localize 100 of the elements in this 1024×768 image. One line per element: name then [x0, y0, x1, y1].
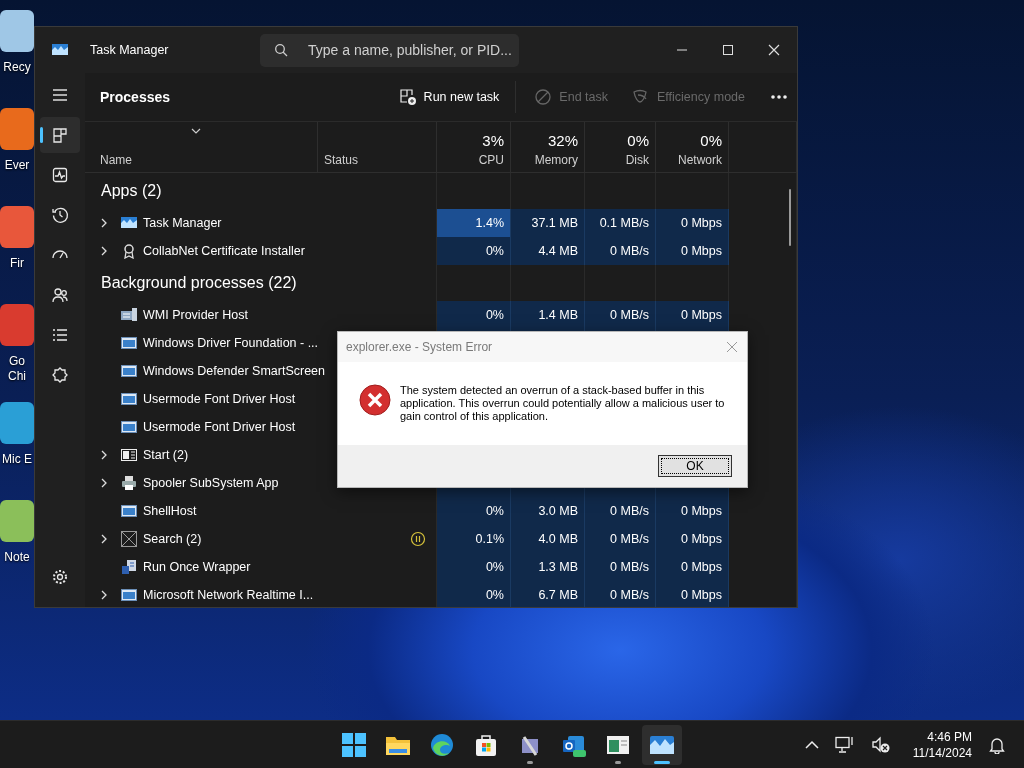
application-window-icon	[121, 335, 137, 351]
process-name[interactable]: Usermode Font Driver Host	[143, 392, 296, 406]
pulse-chart-icon	[51, 166, 69, 184]
usage-value: 0 MB/s	[610, 504, 649, 518]
usage-percent: 0%	[627, 132, 649, 149]
desktop-icon-label[interactable]: Go Chi	[2, 354, 32, 384]
column-label: Network	[678, 153, 722, 167]
taskbar-app[interactable]	[642, 724, 682, 765]
process-name[interactable]: Start (2)	[143, 448, 189, 462]
column-label: Disk	[625, 153, 649, 167]
usage-value: 0%	[485, 308, 504, 322]
ok-button[interactable]: OK	[658, 455, 732, 477]
application-window-icon	[121, 419, 137, 435]
close-icon[interactable]	[766, 42, 782, 58]
usage-value: 0 MB/s	[610, 560, 649, 574]
group-heading: Apps (2)	[101, 182, 162, 200]
usage-percent: 3%	[482, 132, 504, 149]
desktop-icon-label[interactable]: Fir	[2, 256, 32, 271]
process-name[interactable]: CollabNet Certificate Installer	[143, 244, 305, 258]
puzzle-icon	[51, 366, 69, 384]
column-header[interactable]: Name	[85, 122, 318, 172]
application-window-icon	[121, 363, 137, 379]
sort-caret-icon	[191, 128, 201, 134]
process-name[interactable]: Search (2)	[143, 532, 202, 546]
process-name[interactable]: Windows Driver Foundation - ...	[143, 336, 319, 350]
process-name[interactable]: Usermode Font Driver Host	[143, 420, 296, 434]
expand-chevron-icon[interactable]	[101, 218, 107, 228]
error-icon	[359, 384, 391, 416]
column-label: Name	[100, 153, 133, 167]
usage-value: 0.1 MB/s	[599, 216, 649, 230]
usage-value: 0 Mbps	[681, 560, 722, 574]
history-icon	[51, 206, 69, 224]
process-name[interactable]: Run Once Wrapper	[143, 560, 251, 574]
expand-chevron-icon[interactable]	[101, 590, 107, 600]
expand-chevron-icon[interactable]	[101, 478, 107, 488]
scrollbar-thumb[interactable]	[789, 189, 791, 246]
expand-chevron-icon[interactable]	[101, 450, 107, 460]
clock[interactable]: 4:46 PM 11/14/2024	[912, 728, 972, 761]
error-message: The system detected an overrun of a stack-based buffer in this application. This overrun could potentially allow a malicious user to gain control of this application.	[400, 384, 726, 423]
usage-value: 0 Mbps	[681, 216, 722, 230]
usage-percent: 0%	[700, 132, 722, 149]
more-options-icon[interactable]	[770, 94, 788, 100]
shortcut-icon	[0, 204, 34, 250]
crossed-box-icon	[121, 531, 137, 547]
column-header[interactable]: 32% Memory	[511, 122, 585, 172]
usage-value: 0 Mbps	[681, 588, 722, 602]
column-header[interactable]: 0% Network	[656, 122, 729, 172]
desktop-icon-label[interactable]: Ever	[2, 158, 32, 173]
desktop-icon-label[interactable]: Note	[2, 550, 32, 565]
run-task-icon	[398, 88, 417, 106]
usage-value: 0 MB/s	[610, 588, 649, 602]
application-window-icon	[121, 587, 137, 603]
search-icon	[274, 43, 288, 57]
suspended-icon	[410, 531, 426, 547]
usage-value: 0 Mbps	[681, 532, 722, 546]
usage-value: 3.0 MB	[538, 504, 578, 518]
column-header[interactable]: 0% Disk	[585, 122, 656, 172]
group-heading: Background processes (22)	[101, 274, 297, 292]
process-name[interactable]: Spooler SubSystem App	[143, 476, 279, 490]
certificate-icon	[121, 243, 137, 259]
column-label: CPU	[478, 153, 504, 167]
usage-value: 0%	[485, 588, 504, 602]
desktop-icon-label[interactable]: Recy	[2, 60, 32, 75]
network-icon[interactable]	[834, 735, 855, 754]
search-field[interactable]: Type a name, publisher, or PID...	[260, 33, 519, 67]
nav-tab[interactable]	[40, 117, 80, 153]
process-name[interactable]: ShellHost	[143, 504, 197, 518]
processes-icon	[51, 126, 69, 144]
toolbar-button[interactable]: Run new task	[390, 82, 508, 112]
users-icon	[51, 286, 69, 304]
usage-value: 6.7 MB	[538, 588, 578, 602]
installer-icon	[121, 559, 137, 575]
desktop-icon-label[interactable]: Mic E	[2, 452, 32, 467]
chevron-up-icon[interactable]	[804, 739, 819, 750]
menu-icon[interactable]	[51, 86, 69, 104]
usage-value: 37.1 MB	[531, 216, 578, 230]
printer-icon	[121, 475, 137, 491]
column-header[interactable]: Status	[318, 122, 437, 172]
shortcut-icon	[0, 8, 34, 54]
task-manager-icon	[52, 42, 68, 58]
expand-chevron-icon[interactable]	[101, 246, 107, 256]
expand-chevron-icon[interactable]	[101, 534, 107, 544]
process-name[interactable]: Microsoft Network Realtime I...	[143, 588, 314, 602]
column-header[interactable]: 3% CPU	[437, 122, 511, 172]
column-label: Status	[324, 153, 360, 167]
application-window-icon	[121, 391, 137, 407]
usage-percent: 32%	[547, 132, 578, 149]
usage-value: 0 MB/s	[610, 308, 649, 322]
shortcut-icon	[0, 106, 34, 152]
shortcut-icon	[0, 302, 34, 348]
settings-icon[interactable]	[51, 568, 69, 586]
process-name[interactable]: Task Manager	[143, 216, 222, 230]
maximize-icon[interactable]	[720, 42, 736, 58]
page-title: Processes	[100, 89, 171, 105]
process-name[interactable]: WMI Provider Host	[143, 308, 248, 322]
bell-icon[interactable]	[988, 735, 1006, 754]
process-name[interactable]: Windows Defender SmartScreen	[143, 364, 326, 378]
usage-value: 0%	[485, 504, 504, 518]
speaker-muted-icon[interactable]	[870, 735, 891, 754]
dialog-title: explorer.exe - System Error	[346, 340, 493, 354]
